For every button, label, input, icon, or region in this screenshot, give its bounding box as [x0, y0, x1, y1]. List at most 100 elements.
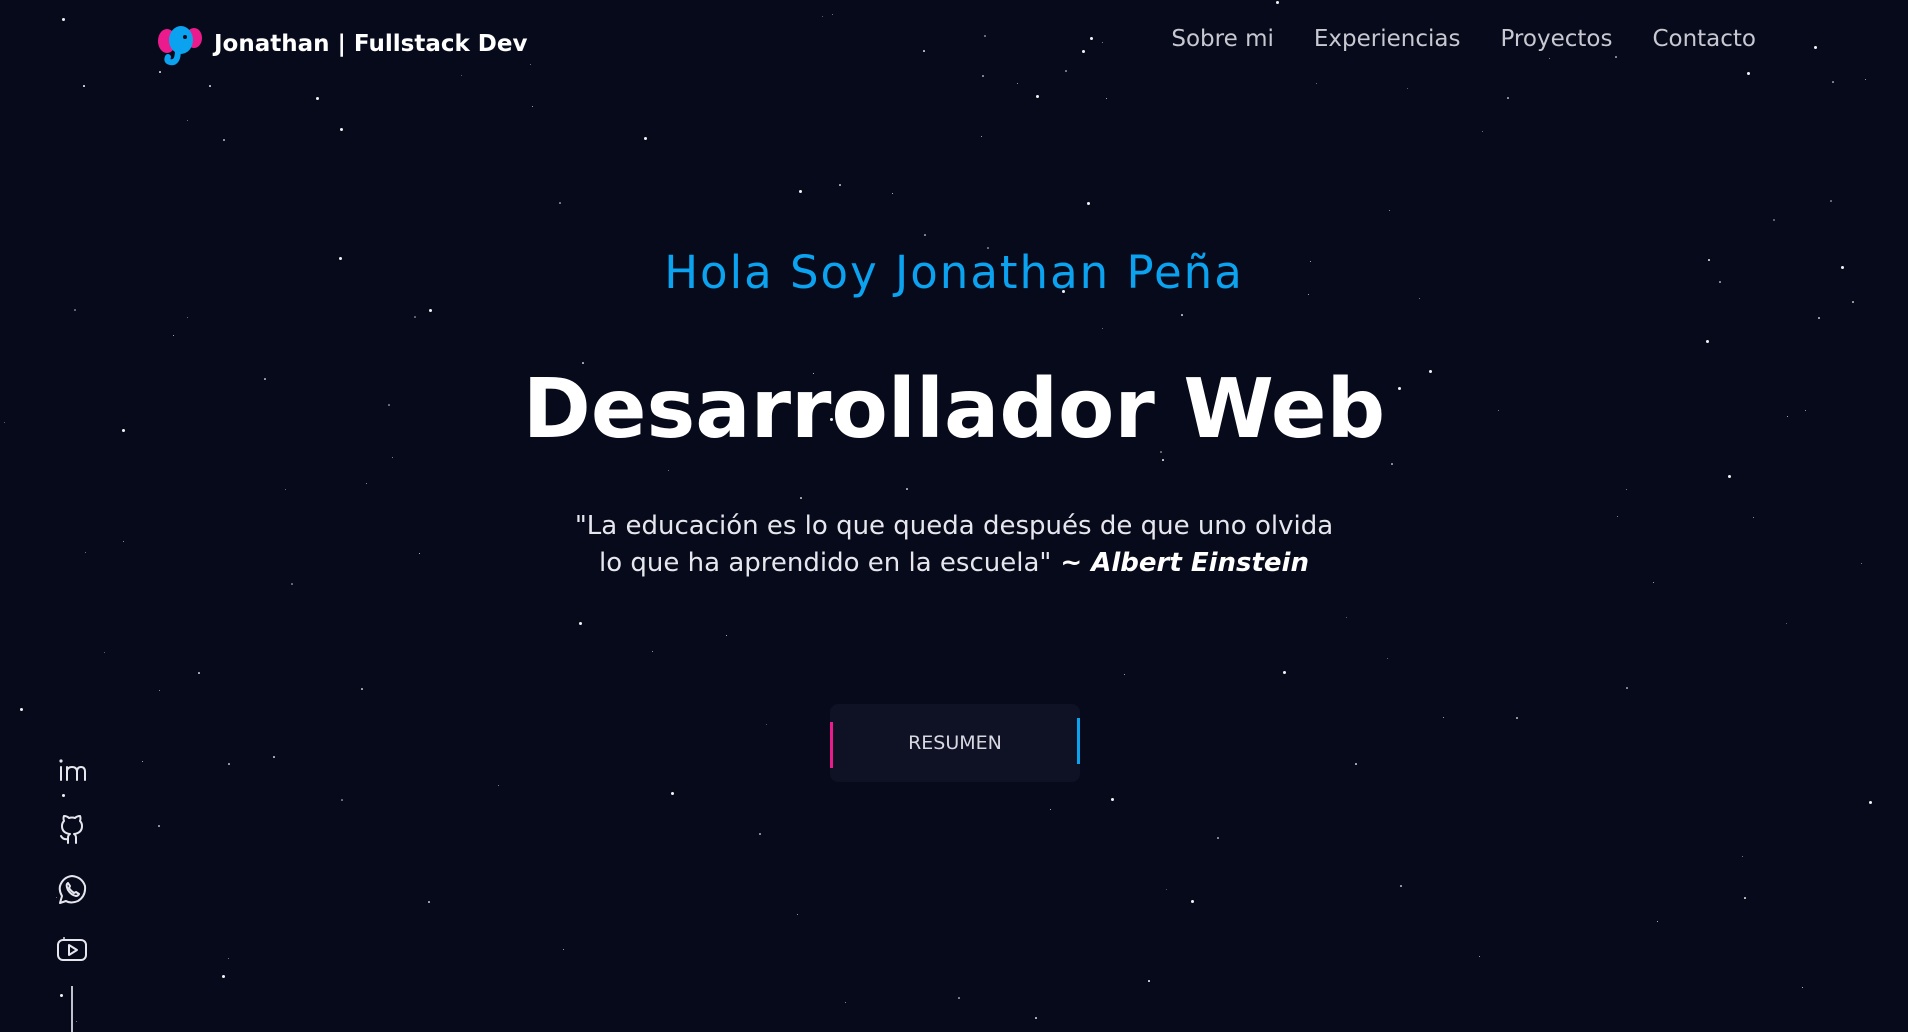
star-dot [906, 488, 908, 490]
youtube-link[interactable] [54, 932, 90, 968]
star-dot [559, 202, 561, 204]
hero-greeting: Hola Soy Jonathan Peña [664, 246, 1244, 299]
star-dot [1283, 671, 1286, 674]
cta-accent-left [830, 722, 833, 768]
nav-link-contacto[interactable]: Contacto [1652, 26, 1756, 52]
star-dot [285, 489, 287, 491]
star-dot [1407, 88, 1409, 90]
star-dot [924, 234, 926, 236]
star-dot [1861, 563, 1863, 565]
linkedin-link[interactable] [54, 752, 90, 788]
linkedin-icon [54, 752, 90, 788]
star-dot [1391, 463, 1393, 465]
star-dot [173, 335, 175, 337]
star-dot [1773, 219, 1775, 221]
star-dot [1802, 987, 1804, 989]
star-dot [498, 785, 500, 787]
star-dot [1830, 200, 1832, 202]
star-dot [1355, 763, 1357, 765]
star-dot [1400, 885, 1402, 887]
page: Jonathan | Fullstack Dev Sobre mi Experi… [0, 0, 1908, 1032]
quote-line-2: lo que ha aprendido en la escuela" [599, 548, 1052, 578]
star-dot [892, 193, 894, 195]
star-dot [1087, 202, 1090, 205]
star-dot [414, 316, 416, 318]
star-dot [1479, 956, 1481, 958]
star-dot [273, 756, 275, 758]
star-dot [981, 136, 983, 138]
star-dot [1507, 97, 1509, 99]
star-dot [223, 139, 225, 141]
star-dot [429, 309, 432, 312]
star-dot [1036, 95, 1039, 98]
star-dot [228, 763, 230, 765]
star-dot [1389, 210, 1391, 212]
resumen-button[interactable]: RESUMEN [830, 704, 1080, 782]
star-dot [797, 914, 799, 916]
brand-name: Jonathan | Fullstack Dev [214, 31, 528, 57]
cta-accent-right [1077, 718, 1080, 764]
star-dot [1346, 617, 1348, 619]
star-dot [85, 552, 87, 554]
github-icon [54, 812, 90, 848]
star-dot [291, 583, 293, 585]
github-link[interactable] [54, 812, 90, 848]
star-dot [1869, 801, 1872, 804]
star-dot [1217, 837, 1219, 839]
elephant-logo-icon [156, 20, 204, 68]
star-dot [159, 690, 161, 692]
star-dot [1050, 809, 1052, 811]
star-dot [76, 1021, 78, 1023]
whatsapp-link[interactable] [54, 872, 90, 908]
star-dot [222, 975, 225, 978]
star-dot [766, 724, 768, 726]
star-dot [1102, 328, 1104, 330]
star-dot [1443, 717, 1445, 719]
star-dot [1387, 658, 1389, 660]
star-dot [1111, 798, 1114, 801]
star-dot [1181, 314, 1183, 316]
star-dot [187, 317, 189, 319]
star-dot [1106, 98, 1108, 100]
star-dot [1148, 980, 1150, 982]
youtube-icon [54, 932, 90, 968]
nav-link-experiencias[interactable]: Experiencias [1314, 26, 1461, 52]
star-dot [652, 651, 654, 653]
star-dot [392, 457, 394, 459]
hero-headline: Desarrollador Web [522, 362, 1386, 457]
star-dot [845, 1002, 847, 1004]
brand[interactable]: Jonathan | Fullstack Dev [156, 20, 527, 68]
star-dot [799, 190, 802, 193]
star-dot [341, 799, 343, 801]
star-dot [839, 184, 841, 186]
star-dot [228, 958, 230, 960]
star-dot [644, 137, 647, 140]
whatsapp-icon [54, 872, 90, 908]
star-dot [62, 794, 65, 797]
star-dot [1162, 459, 1164, 461]
star-dot [1191, 900, 1194, 903]
star-dot [1626, 687, 1628, 689]
nav-link-sobre-mi[interactable]: Sobre mi [1171, 26, 1273, 52]
star-dot [60, 994, 63, 997]
resumen-button-label: RESUMEN [908, 732, 1002, 754]
star-dot [1617, 516, 1619, 518]
star-dot [671, 792, 674, 795]
quote-author: ~ Albert Einstein [1051, 548, 1309, 578]
quote-line-1: "La educación es lo que queda después de… [574, 511, 1334, 541]
star-dot [1482, 131, 1484, 133]
hero-quote: "La educación es lo que queda después de… [554, 508, 1354, 582]
star-dot [1742, 856, 1744, 858]
star-dot [1124, 674, 1126, 676]
star-dot [958, 997, 960, 999]
star-dot [123, 541, 125, 543]
star-dot [428, 901, 430, 903]
star-dot [759, 833, 761, 835]
nav-link-proyectos[interactable]: Proyectos [1500, 26, 1612, 52]
quote-line-2-wrapper: lo que ha aprendido en la escuela" ~ Alb… [554, 545, 1354, 582]
star-dot [1035, 1017, 1037, 1019]
star-dot [187, 120, 189, 122]
star-dot [800, 497, 802, 499]
star-dot [668, 470, 670, 472]
star-dot [1516, 717, 1518, 719]
